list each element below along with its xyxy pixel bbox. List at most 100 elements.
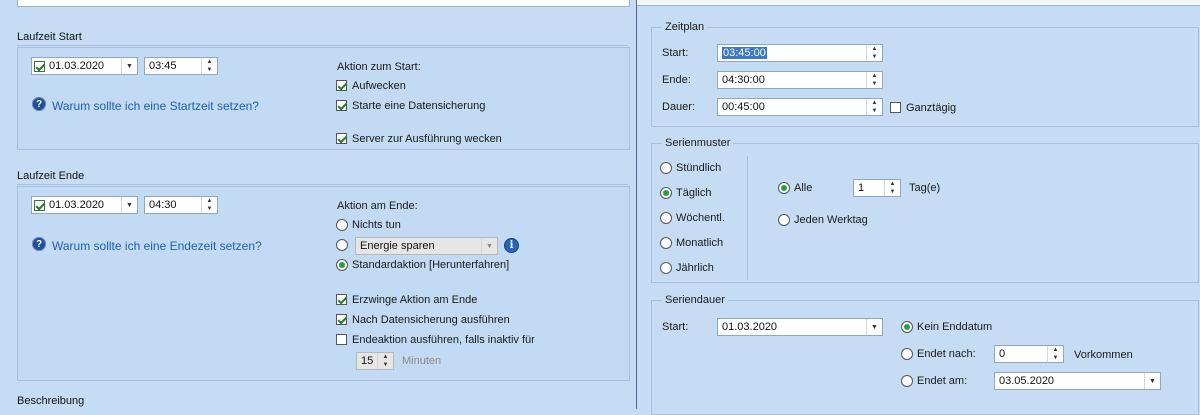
spin-down-icon[interactable]: ▼ xyxy=(867,80,882,88)
minutes-spinner[interactable]: ▲ ▼ xyxy=(377,353,393,369)
spin-up-icon[interactable]: ▲ xyxy=(867,45,882,53)
daily-radio[interactable] xyxy=(660,187,672,199)
time-spinner[interactable]: ▲ ▼ xyxy=(866,99,882,115)
start-date-value: 01.03.2020 xyxy=(49,60,105,72)
divider xyxy=(17,184,628,185)
end-date-enabled-checkbox[interactable] xyxy=(34,200,45,211)
end-section-title: Laufzeit Ende xyxy=(17,170,85,182)
end-date-value: 01.03.2020 xyxy=(49,199,105,211)
spin-up-icon[interactable]: ▲ xyxy=(378,353,393,361)
wakeup-checkbox[interactable] xyxy=(336,80,347,91)
series-start-label: Start: xyxy=(662,321,689,333)
weekly-radio[interactable] xyxy=(660,212,672,224)
start-backup-checkbox[interactable] xyxy=(336,100,347,111)
monthly-radio[interactable] xyxy=(660,237,672,249)
chevron-down-icon[interactable]: ▼ xyxy=(121,58,137,74)
wakeup-label: Aufwecken xyxy=(352,80,406,92)
wake-server-checkbox[interactable] xyxy=(336,133,347,144)
every-days-value: 1 xyxy=(858,182,865,194)
energy-radio[interactable] xyxy=(336,239,348,251)
spin-down-icon[interactable]: ▼ xyxy=(867,107,882,115)
spin-up-icon[interactable]: ▲ xyxy=(885,180,900,188)
spin-down-icon[interactable]: ▼ xyxy=(202,66,217,74)
wake-server-label: Server zur Ausführung wecken xyxy=(352,133,502,145)
end-help-link[interactable]: Warum sollte ich eine Endezeit setzen? xyxy=(52,239,262,253)
spin-down-icon[interactable]: ▼ xyxy=(1048,354,1063,362)
end-on-radio[interactable] xyxy=(901,375,913,387)
spin-up-icon[interactable]: ▲ xyxy=(202,58,217,66)
spin-up-icon[interactable]: ▲ xyxy=(202,197,217,205)
start-section-title: Laufzeit Start xyxy=(17,31,82,43)
force-action-label: Erzwinge Aktion am Ende xyxy=(352,294,478,306)
series-start-date-picker[interactable]: 01.03.2020 ▼ xyxy=(717,318,883,336)
pattern-divider xyxy=(747,156,748,280)
end-after-radio[interactable] xyxy=(901,348,913,360)
end-group xyxy=(17,186,630,381)
end-date-picker[interactable]: 01.03.2020 ▼ xyxy=(31,196,138,214)
daily-label: Täglich xyxy=(676,187,712,199)
end-action-label: Aktion am Ende: xyxy=(337,200,418,212)
chevron-down-icon[interactable]: ▼ xyxy=(481,238,497,254)
chevron-down-icon[interactable]: ▼ xyxy=(1144,373,1160,389)
spin-up-icon[interactable]: ▲ xyxy=(867,72,882,80)
no-end-radio[interactable] xyxy=(901,321,913,333)
schedule-start-label: Start: xyxy=(662,47,689,59)
time-spinner[interactable]: ▲ ▼ xyxy=(201,197,217,213)
end-on-date-picker[interactable]: 03.05.2020 ▼ xyxy=(994,372,1161,390)
spin-up-icon[interactable]: ▲ xyxy=(1048,346,1063,354)
time-spinner[interactable]: ▲ ▼ xyxy=(866,72,882,88)
schedule-duration-label: Dauer: xyxy=(662,101,696,113)
start-help-link[interactable]: Warum sollte ich eine Startzeit setzen? xyxy=(52,99,259,113)
yearly-label: Jährlich xyxy=(676,262,714,274)
schedule-dialog: Zeitplan Start: 03:45:00 ▲ ▼ Ende: 04:30:… xyxy=(636,0,1200,415)
time-spinner[interactable]: ▲ ▼ xyxy=(201,58,217,74)
after-backup-label: Nach Datensicherung ausführen xyxy=(352,314,510,326)
spin-down-icon[interactable]: ▼ xyxy=(202,205,217,213)
every-days-stepper[interactable]: 1 ▲ ▼ xyxy=(853,179,901,197)
hourly-radio[interactable] xyxy=(660,162,672,174)
spin-down-icon[interactable]: ▼ xyxy=(885,188,900,196)
inactive-checkbox[interactable] xyxy=(336,334,347,345)
spin-down-icon[interactable]: ▼ xyxy=(378,361,393,369)
occurrences-spinner[interactable]: ▲ ▼ xyxy=(1047,346,1063,362)
monthly-label: Monatlich xyxy=(676,237,724,249)
end-time-stepper[interactable]: 04:30 ▲ ▼ xyxy=(144,196,218,214)
chevron-down-icon[interactable]: ▼ xyxy=(866,319,882,335)
occurrences-label: Vorkommen xyxy=(1074,349,1133,361)
energy-dropdown[interactable]: Energie sparen ▼ xyxy=(355,237,498,255)
yearly-radio[interactable] xyxy=(660,262,672,274)
info-icon[interactable]: i xyxy=(504,238,519,253)
start-time-stepper[interactable]: 03:45 ▲ ▼ xyxy=(144,57,218,75)
seriendauer-legend: Seriendauer xyxy=(662,293,728,307)
top-input-box[interactable] xyxy=(17,0,630,7)
minutes-stepper[interactable]: 15 ▲ ▼ xyxy=(356,352,394,370)
serienmuster-legend: Serienmuster xyxy=(662,136,734,150)
series-start-date-value: 01.03.2020 xyxy=(722,321,778,333)
default-action-label: Standardaktion [Herunterfahren] xyxy=(352,259,510,271)
weekday-radio[interactable] xyxy=(778,214,790,226)
end-after-stepper[interactable]: 0 ▲ ▼ xyxy=(994,345,1064,363)
spin-down-icon[interactable]: ▼ xyxy=(867,53,882,61)
every-label: Alle xyxy=(794,182,813,194)
help-question-icon: ? xyxy=(32,97,46,111)
time-spinner[interactable]: ▲ ▼ xyxy=(866,45,882,61)
every-radio[interactable] xyxy=(778,182,790,194)
force-action-checkbox[interactable] xyxy=(336,294,347,305)
start-date-picker[interactable]: 01.03.2020 ▼ xyxy=(31,57,138,75)
days-spinner[interactable]: ▲ ▼ xyxy=(884,180,900,196)
weekday-label: Jeden Werktag xyxy=(794,214,868,226)
after-backup-checkbox[interactable] xyxy=(336,314,347,325)
schedule-duration-input[interactable]: 00:45:00 ▲ ▼ xyxy=(717,98,883,116)
minutes-value: 15 xyxy=(361,355,374,367)
schedule-end-time-input[interactable]: 04:30:00 ▲ ▼ xyxy=(717,71,883,89)
description-title: Beschreibung xyxy=(17,395,85,407)
chevron-down-icon[interactable]: ▼ xyxy=(121,197,137,213)
start-backup-label: Starte eine Datensicherung xyxy=(352,100,486,112)
nothing-radio[interactable] xyxy=(336,219,348,231)
spin-up-icon[interactable]: ▲ xyxy=(867,99,882,107)
schedule-start-time-input[interactable]: 03:45:00 ▲ ▼ xyxy=(717,44,883,62)
start-date-enabled-checkbox[interactable] xyxy=(34,61,45,72)
allday-checkbox[interactable] xyxy=(890,102,901,113)
energy-dropdown-value: Energie sparen xyxy=(360,240,435,252)
default-action-radio[interactable] xyxy=(336,259,348,271)
